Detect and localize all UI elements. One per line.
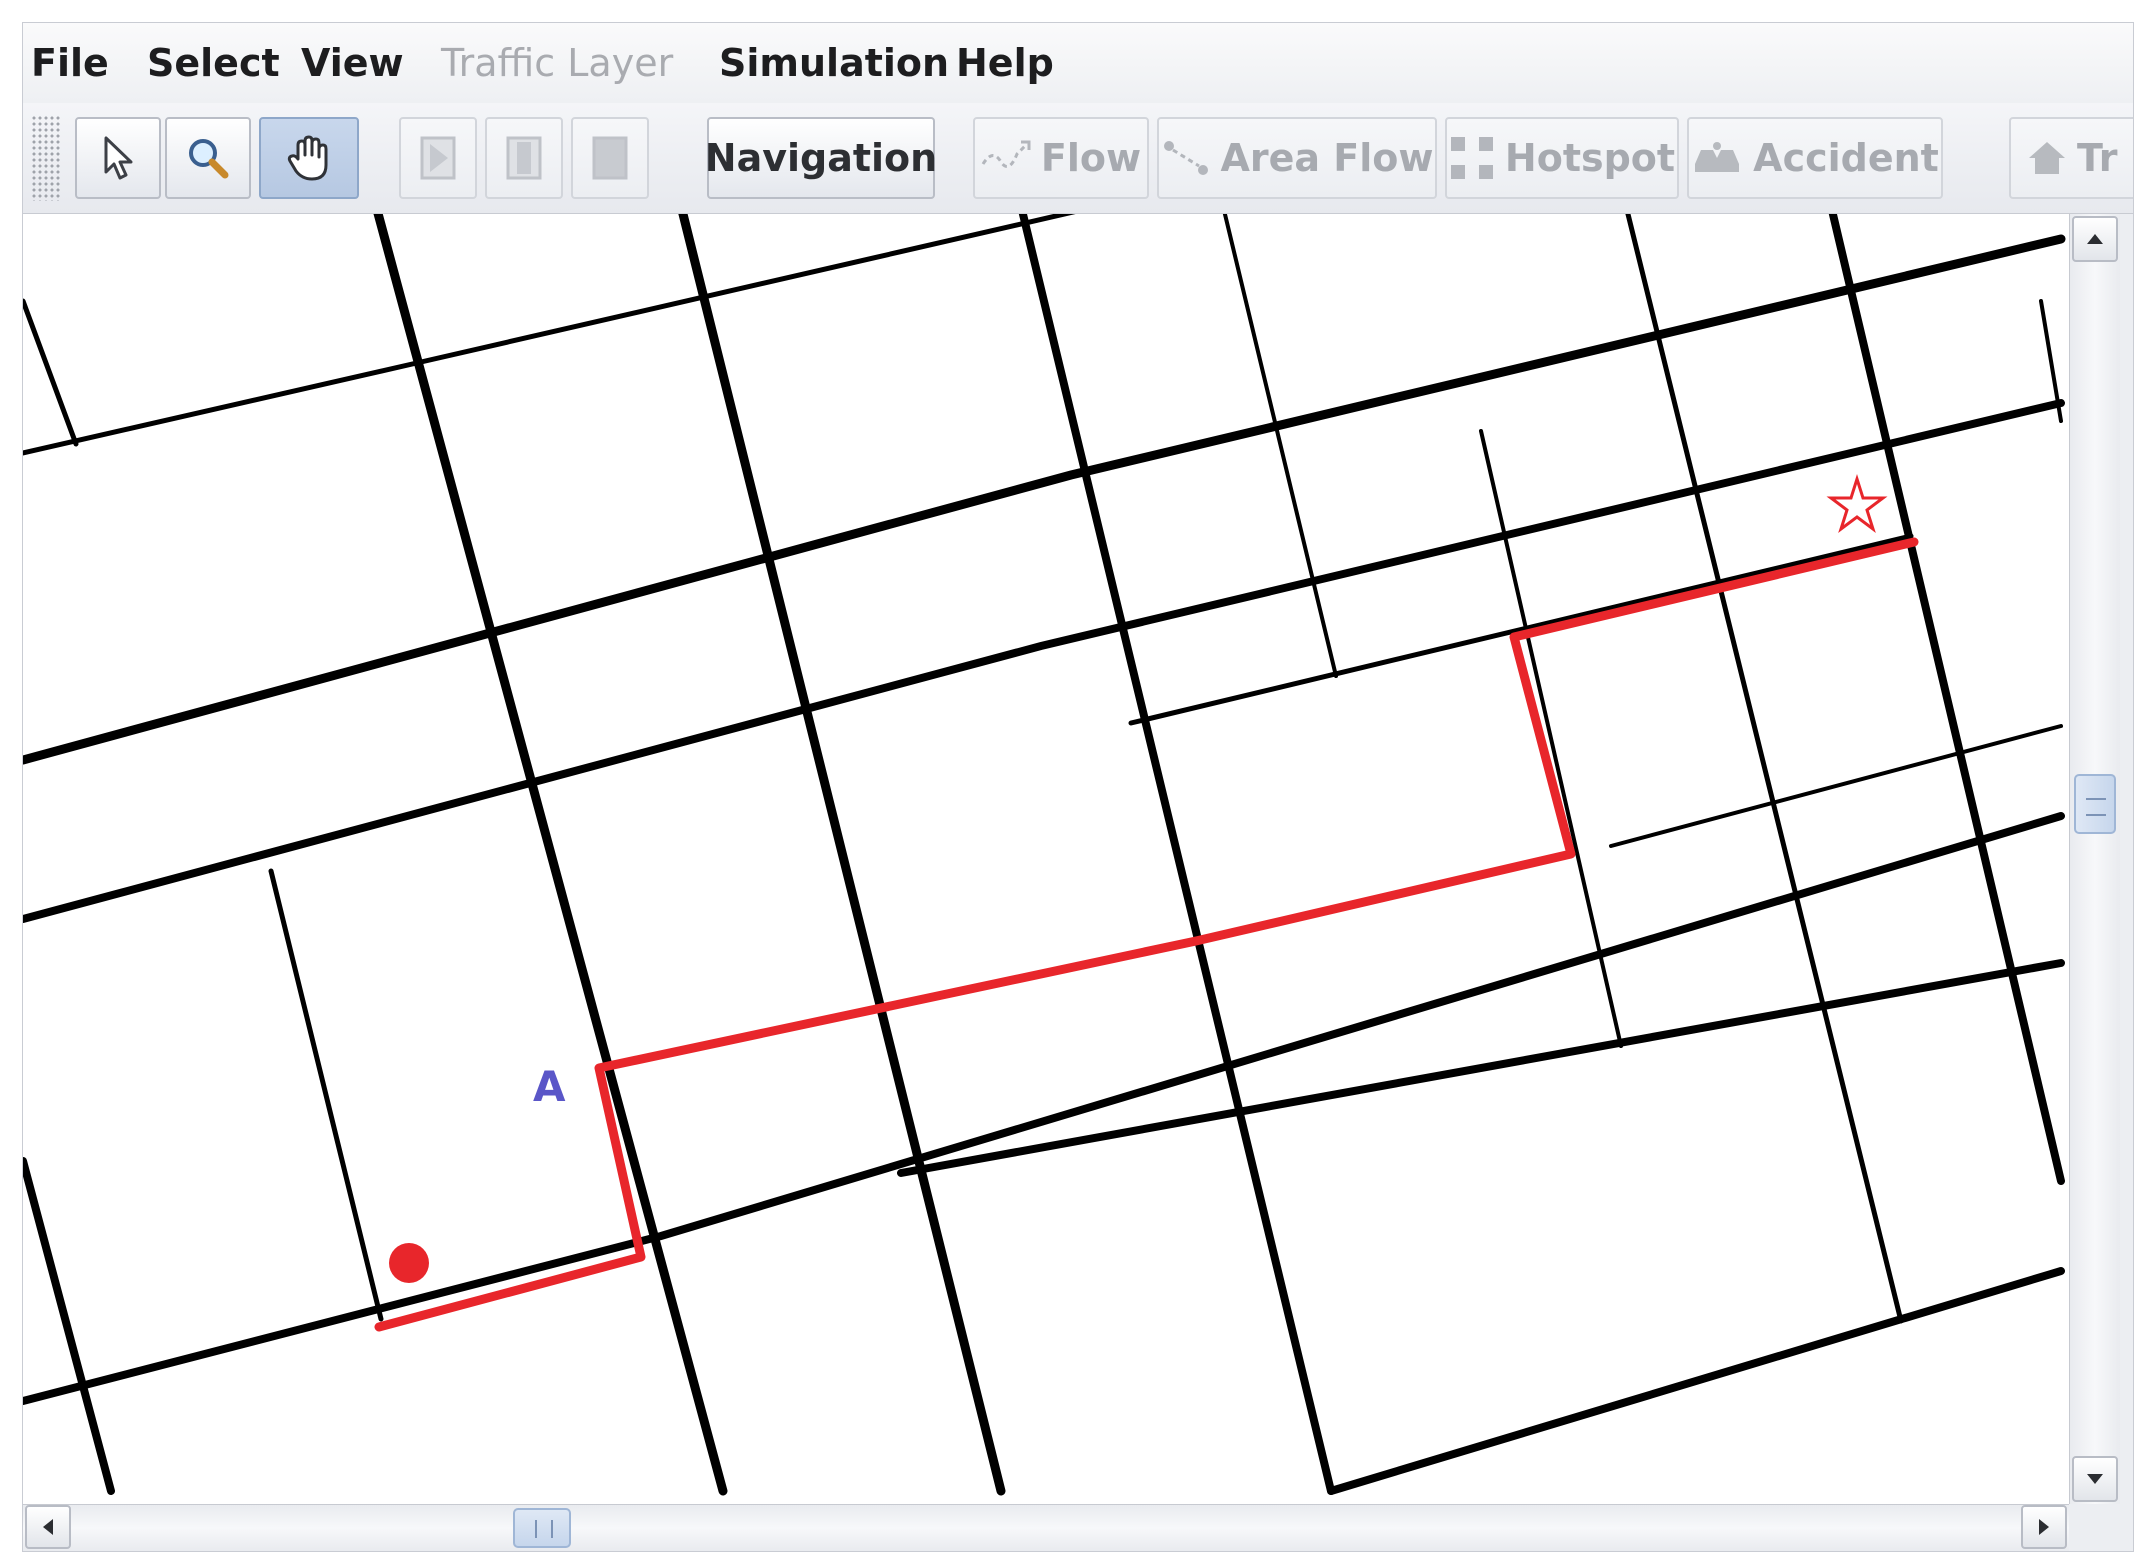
accident-label: Accident xyxy=(1753,136,1939,180)
accident-button[interactable]: Accident xyxy=(1687,117,1943,199)
hotspot-label: Hotspot xyxy=(1504,136,1676,180)
thumb-grip-icon xyxy=(535,1520,553,1538)
pause-button[interactable] xyxy=(485,117,563,199)
map-canvas[interactable]: A xyxy=(23,214,2069,1504)
truncated-label: Tr xyxy=(2077,136,2118,180)
scroll-down-button[interactable] xyxy=(2072,1456,2118,1502)
thumb-grip-icon xyxy=(2086,798,2106,816)
play-button[interactable] xyxy=(399,117,477,199)
chevron-right-icon xyxy=(2039,1519,2049,1535)
destination-star-icon xyxy=(1826,474,1888,534)
navigation-route xyxy=(374,537,1919,1332)
accident-icon xyxy=(1695,142,1740,172)
chevron-left-icon xyxy=(43,1519,53,1535)
toolbar-grip[interactable] xyxy=(31,115,61,201)
play-icon xyxy=(420,136,456,180)
scrollbar-corner xyxy=(2069,1504,2133,1551)
vertical-scroll-thumb[interactable] xyxy=(2074,774,2116,834)
magnifier-icon xyxy=(189,139,229,179)
menu-select[interactable]: Select xyxy=(147,35,280,91)
horizontal-scrollbar[interactable] xyxy=(23,1504,2069,1551)
home-icon xyxy=(2029,142,2065,174)
vertical-scrollbar[interactable] xyxy=(2069,214,2120,1504)
flow-icon xyxy=(981,140,1031,168)
pause-icon xyxy=(506,136,542,180)
menu-bar: File Select View Traffic Layer Simulatio… xyxy=(23,23,2133,103)
zoom-tool-button[interactable] xyxy=(165,117,251,199)
pan-tool-button[interactable] xyxy=(259,117,359,199)
scroll-left-button[interactable] xyxy=(25,1505,71,1549)
chevron-up-icon xyxy=(2087,234,2103,244)
road-network xyxy=(23,214,2066,1496)
road-network-map[interactable] xyxy=(23,214,2069,1504)
menu-traffic-layer[interactable]: Traffic Layer xyxy=(441,35,673,91)
select-tool-button[interactable] xyxy=(75,117,161,199)
navigation-label: Navigation xyxy=(704,136,938,180)
chevron-down-icon xyxy=(2087,1474,2103,1484)
hotspot-icon xyxy=(1450,137,1493,179)
menu-view[interactable]: View xyxy=(301,35,404,91)
horizontal-scroll-thumb[interactable] xyxy=(513,1508,571,1548)
scroll-up-button[interactable] xyxy=(2072,216,2118,262)
scroll-right-button[interactable] xyxy=(2021,1505,2067,1549)
flow-button[interactable]: Flow xyxy=(973,117,1149,199)
area-flow-button[interactable]: Area Flow xyxy=(1157,117,1437,199)
toolbar: Navigation Flow Area Flow Hotspot Accide… xyxy=(23,103,2133,214)
application-window: File Select View Traffic Layer Simulatio… xyxy=(22,22,2134,1552)
hand-pan-icon xyxy=(287,135,328,181)
route-marker-label: A xyxy=(533,1062,566,1111)
menu-help[interactable]: Help xyxy=(956,35,1054,91)
start-marker-dot xyxy=(389,1243,429,1283)
truncated-toolbar-button[interactable]: Tr xyxy=(2009,117,2133,199)
area-flow-label: Area Flow xyxy=(1220,136,1434,180)
arrow-pointer-icon xyxy=(104,136,133,180)
stop-icon xyxy=(592,136,628,180)
stop-button[interactable] xyxy=(571,117,649,199)
hotspot-button[interactable]: Hotspot xyxy=(1445,117,1679,199)
flow-label: Flow xyxy=(1040,136,1142,180)
app-root: File Select View Traffic Layer Simulatio… xyxy=(0,0,2142,1558)
menu-file[interactable]: File xyxy=(31,35,109,91)
menu-simulation[interactable]: Simulation xyxy=(719,35,949,91)
navigation-button[interactable]: Navigation xyxy=(704,117,938,199)
area-flow-icon xyxy=(1163,141,1208,175)
